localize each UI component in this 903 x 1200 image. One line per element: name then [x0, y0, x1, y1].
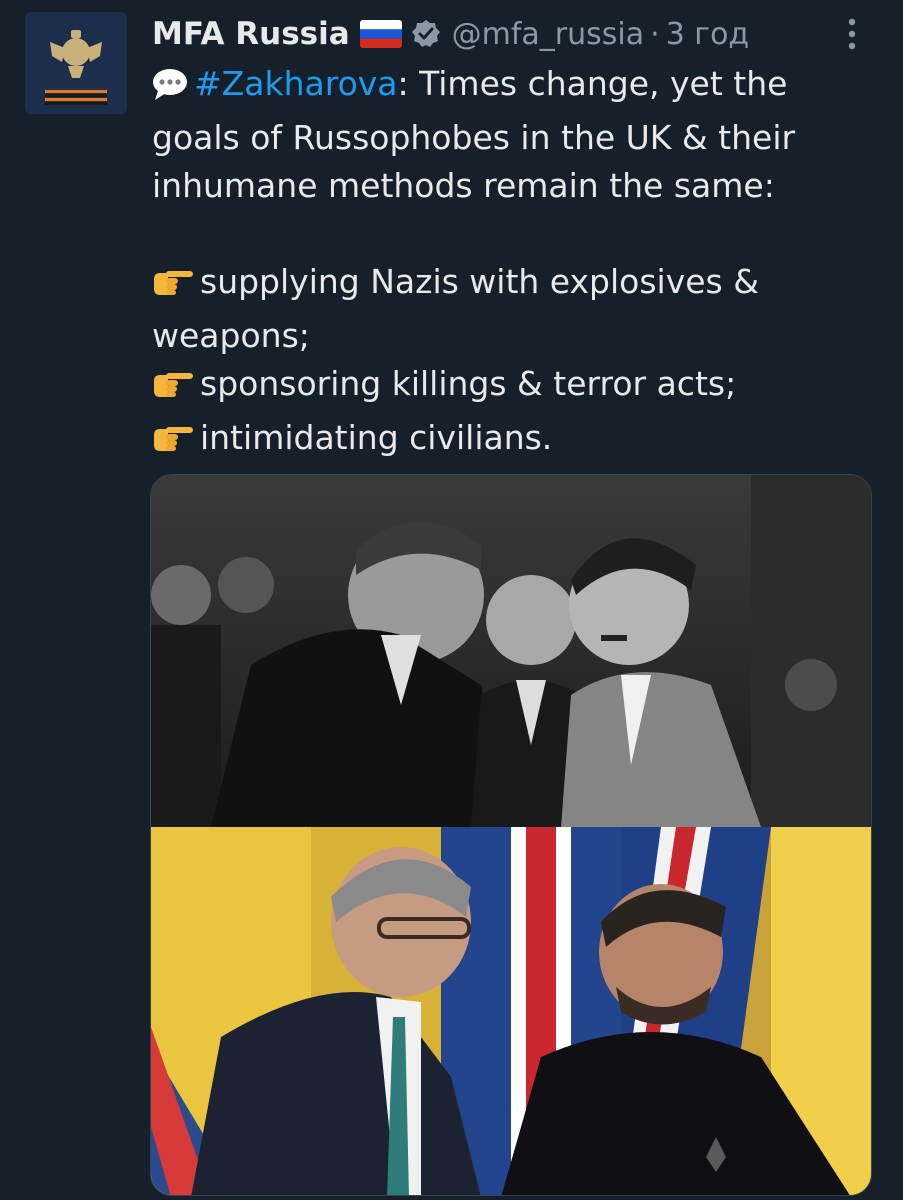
pointing-hand-icon	[152, 366, 194, 414]
tweet-timestamp[interactable]: 3 год	[666, 17, 749, 52]
author-name[interactable]: MFA Russia	[152, 16, 350, 52]
pointing-hand-icon	[152, 420, 194, 468]
coat-of-arms-icon	[25, 12, 127, 114]
verified-badge-icon[interactable]	[410, 18, 442, 50]
pointing-hand-icon	[152, 264, 194, 312]
bullet-3-text: intimidating civilians.	[200, 418, 553, 457]
tweet-media[interactable]	[150, 474, 872, 1196]
tweet-line-1: #Zakharova: Times change, yet the	[152, 60, 872, 114]
author-handle[interactable]: @mfa_russia	[452, 17, 645, 52]
tweet-text: #Zakharova: Times change, yet the goals …	[152, 60, 872, 468]
bullet-2: sponsoring killings & terror acts;	[152, 360, 872, 414]
bullet-1: supplying Nazis with explosives &	[152, 258, 872, 312]
tweet-line-3: inhumane methods remain the same:	[152, 166, 775, 205]
bullet-2-text: sponsoring killings & terror acts;	[200, 364, 737, 403]
tweet[interactable]: MFA Russia @mfa_russia · 3 год #Zakharov…	[0, 0, 903, 1200]
color-photo-two-leaders[interactable]	[151, 827, 871, 1195]
tweet-header: MFA Russia @mfa_russia · 3 год	[152, 8, 882, 60]
russia-flag-icon	[359, 20, 402, 48]
tweet-line-1-text: : Times change, yet the	[397, 64, 788, 103]
separator-dot: ·	[650, 16, 660, 52]
black-and-white-historical-photo[interactable]	[151, 475, 871, 827]
tweet-line-2: goals of Russophobes in the UK & their	[152, 118, 796, 157]
bullet-1-continued: weapons;	[152, 316, 310, 355]
more-options-icon[interactable]	[840, 14, 864, 54]
paragraph-break	[152, 210, 872, 258]
hashtag-link[interactable]: #Zakharova	[194, 64, 398, 103]
bullet-3: intimidating civilians.	[152, 414, 872, 468]
avatar[interactable]	[25, 12, 127, 114]
speech-bubble-icon	[152, 66, 188, 114]
bullet-1-text: supplying Nazis with explosives &	[200, 262, 759, 301]
